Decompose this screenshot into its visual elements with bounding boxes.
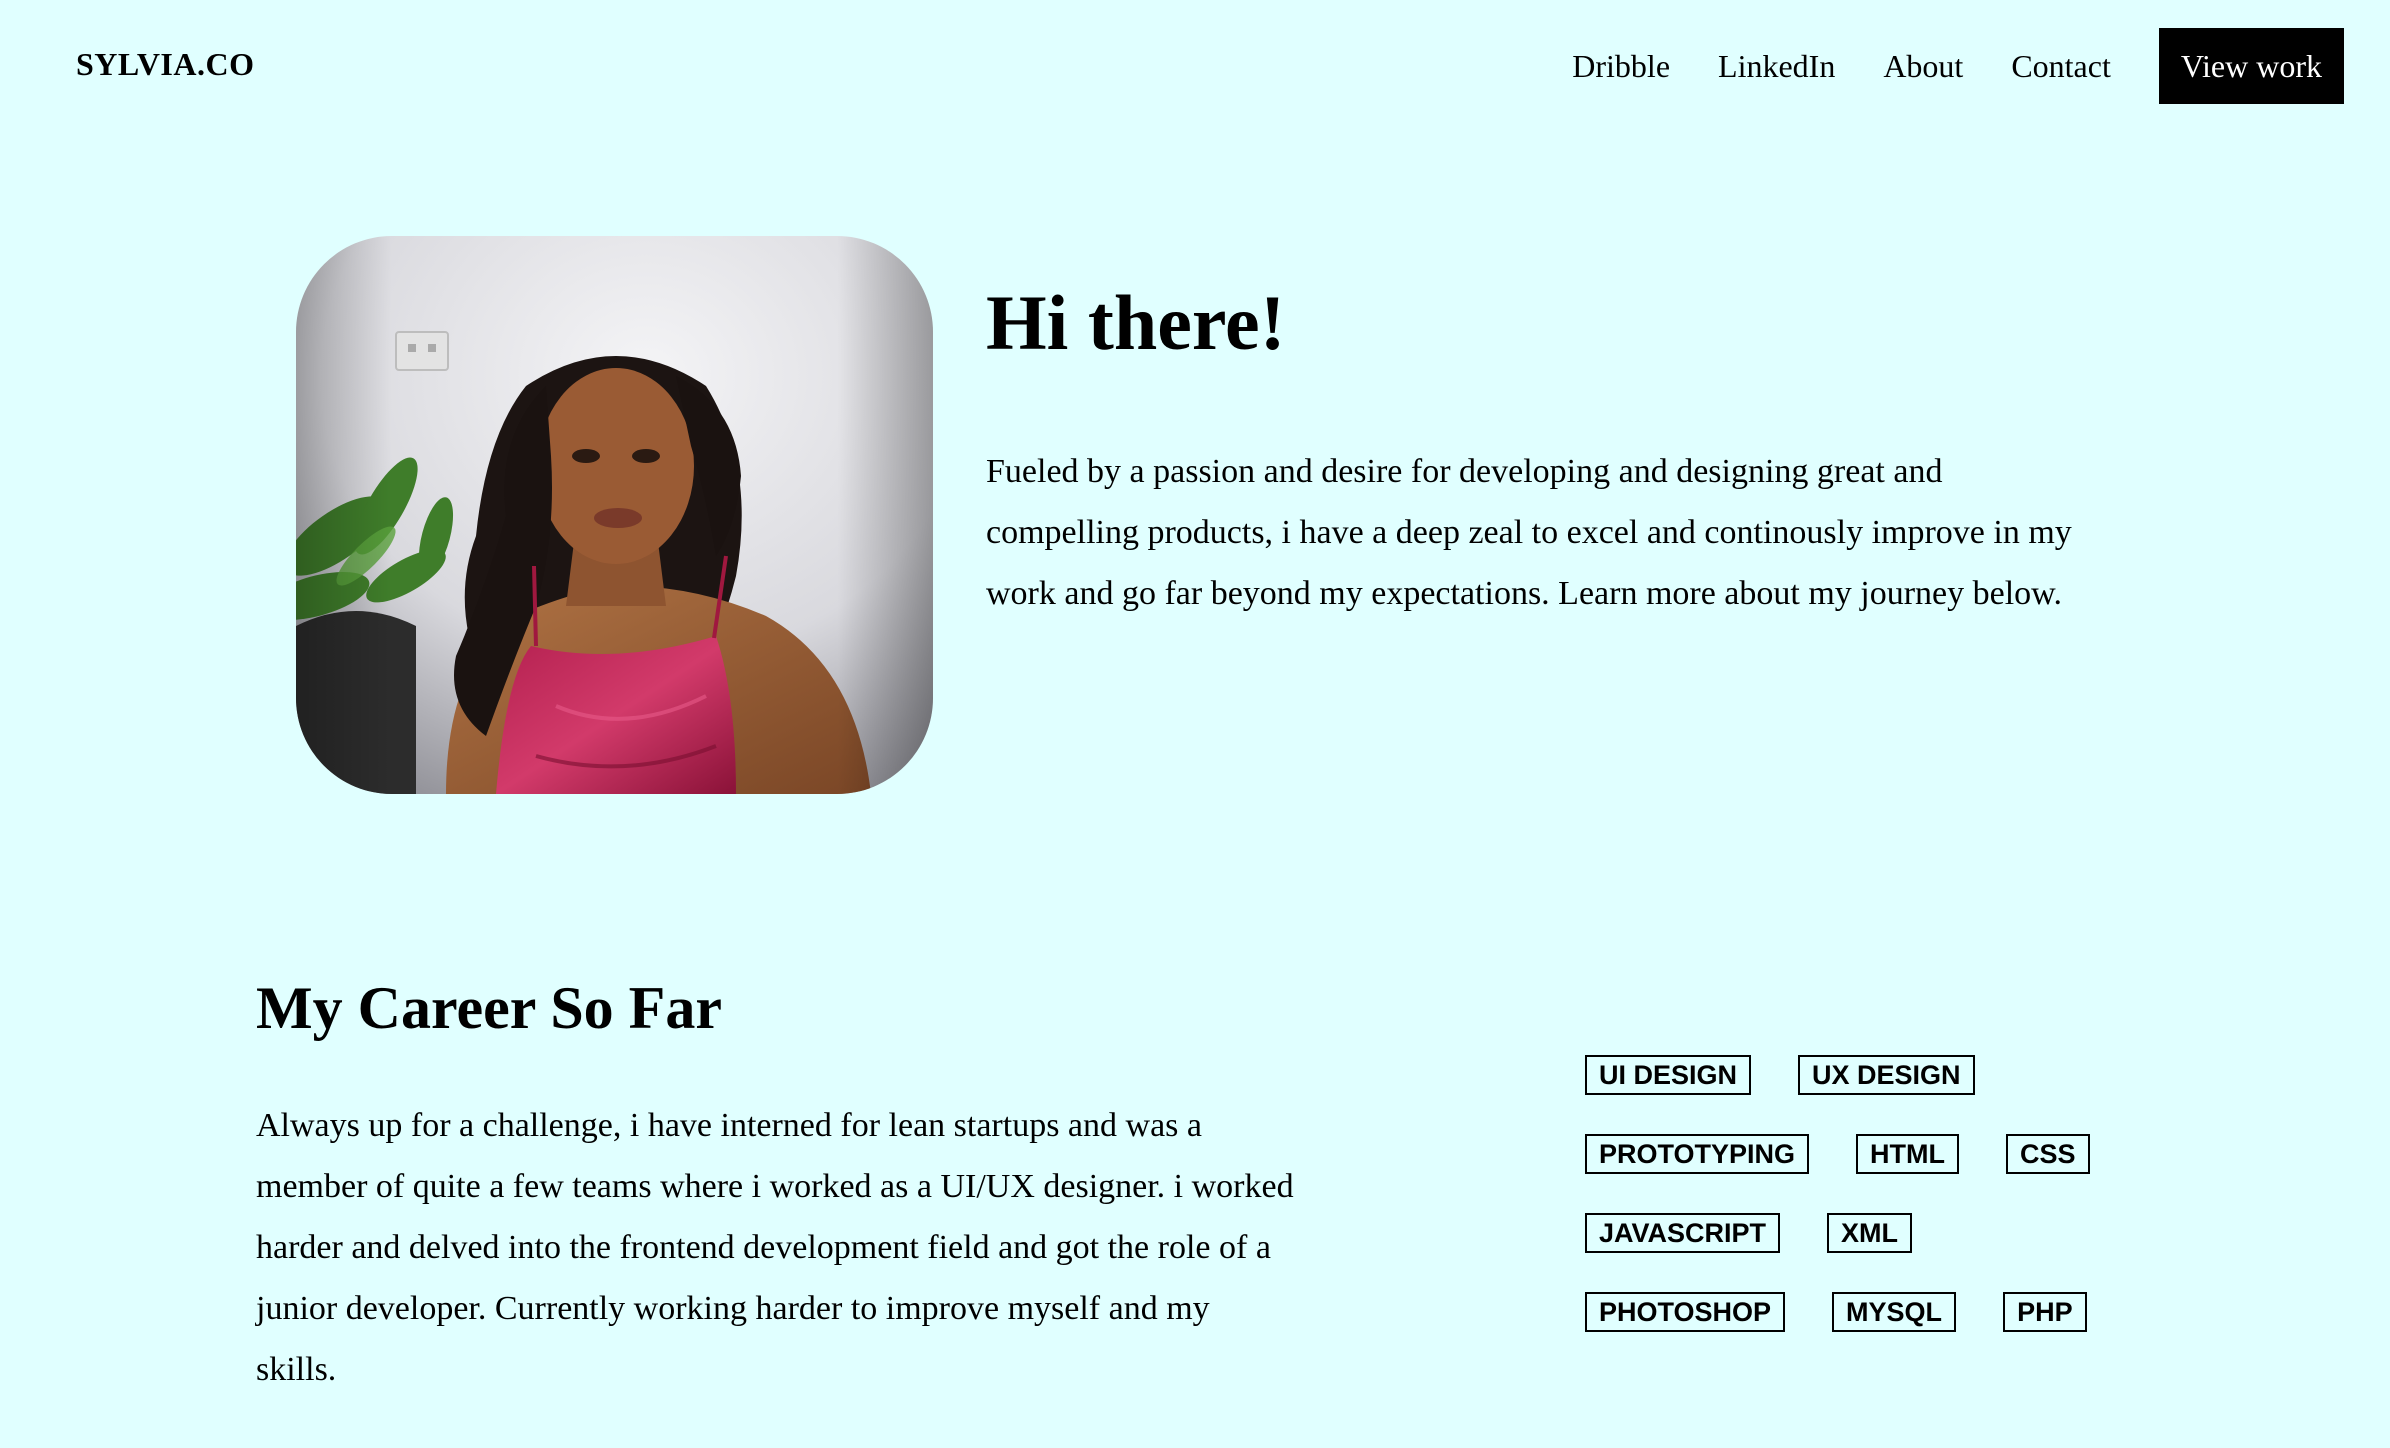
skills-row: JAVASCRIPT XML	[1585, 1213, 2145, 1292]
nav-link-about[interactable]: About	[1883, 28, 1963, 104]
hero-description: Fueled by a passion and desire for devel…	[986, 453, 2072, 612]
skills-row: PROTOTYPING HTML CSS	[1585, 1134, 2145, 1213]
site-logo[interactable]: SYLVIA.CO	[76, 46, 254, 83]
skills-row: PHOTOSHOP MYSQL PHP	[1585, 1292, 2145, 1371]
skills-row: UI DESIGN UX DESIGN	[1585, 1055, 2145, 1134]
skill-tag-mysql: MYSQL	[1832, 1292, 1957, 1332]
skill-tag-xml: XML	[1827, 1213, 1913, 1253]
skill-tag-php: PHP	[2003, 1292, 2087, 1332]
hero-title: Hi there!	[986, 279, 1286, 366]
skill-tag-html: HTML	[1856, 1134, 1960, 1174]
profile-photo-illustration	[296, 236, 933, 794]
skill-tag-ui-design: UI DESIGN	[1585, 1055, 1752, 1095]
site-header: SYLVIA.CO Dribble LinkedIn About Contact…	[0, 0, 2390, 130]
skill-tag-css: CSS	[2006, 1134, 2090, 1174]
profile-photo	[296, 236, 933, 794]
nav-link-linkedin[interactable]: LinkedIn	[1718, 28, 1835, 104]
skill-tag-prototyping: PROTOTYPING	[1585, 1134, 1810, 1174]
nav-link-dribble[interactable]: Dribble	[1572, 28, 1670, 104]
view-work-button[interactable]: View work	[2158, 28, 2344, 104]
skills-tag-list: UI DESIGN UX DESIGN PROTOTYPING HTML CSS…	[1585, 1055, 2145, 1371]
career-description: Always up for a challenge, i have intern…	[256, 1107, 1294, 1388]
skill-tag-ux-design: UX DESIGN	[1798, 1055, 1975, 1095]
nav-link-contact[interactable]: Contact	[2011, 28, 2111, 104]
skill-tag-javascript: JAVASCRIPT	[1585, 1213, 1781, 1253]
skill-tag-photoshop: PHOTOSHOP	[1585, 1292, 1786, 1332]
main-nav: Dribble LinkedIn About Contact View work	[1572, 28, 2344, 104]
career-section-title: My Career So Far	[256, 975, 722, 1041]
